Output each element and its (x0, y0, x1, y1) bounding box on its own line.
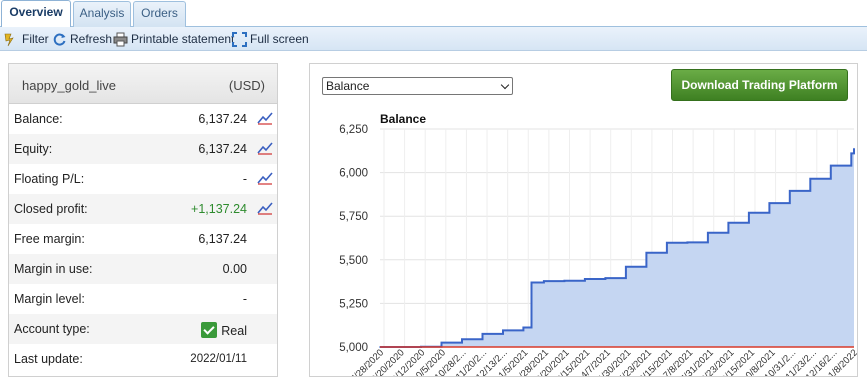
account-row-value: - (242, 172, 247, 186)
data-point (853, 147, 855, 150)
filter-label: Filter (22, 32, 49, 46)
account-row-label: Margin in use: (14, 262, 93, 276)
printable-statement-button[interactable]: Printable statement (113, 31, 234, 47)
data-point (530, 281, 533, 284)
data-point (707, 231, 709, 234)
refresh-button[interactable]: Refresh (52, 31, 112, 47)
account-currency: (USD) (228, 78, 265, 93)
data-point (809, 177, 812, 180)
account-row-value: 0.00 (222, 262, 247, 276)
chart-title: Balance (380, 112, 426, 126)
account-row-value: 6,137.24 (198, 142, 247, 156)
tab-orders[interactable]: Orders (133, 1, 186, 27)
data-point (789, 190, 791, 192)
tab-bar: Overview Analysis Orders (0, 0, 867, 27)
filter-icon (4, 33, 14, 46)
account-row-label: Equity: (14, 142, 53, 156)
data-point (768, 202, 771, 204)
account-row-value: Real (201, 322, 247, 338)
account-row: Account type: Real (9, 314, 277, 344)
account-row-value: 6,137.24 (198, 232, 247, 246)
chart-panel: Balance Download Trading Platform Balanc… (309, 63, 858, 377)
account-header: happy_gold_live (USD) (9, 64, 277, 104)
account-row-label: Margin level: (14, 292, 85, 306)
y-tick-label: 5,750 (339, 211, 368, 223)
account-name: happy_gold_live (22, 78, 116, 93)
chart-line-icon[interactable] (257, 111, 273, 125)
account-row: Free margin: 6,137.24 (9, 224, 277, 254)
data-point (727, 222, 730, 224)
account-row: Floating P/L: - (9, 164, 277, 194)
account-row-label: Free margin: (14, 232, 85, 246)
account-rows: Balance: 6,137.24 Equity: 6,137.24 Floating … (9, 104, 277, 374)
balance-chart: Balance6,2506,0005,7505,5005,2505,0007/2… (339, 112, 857, 376)
filter-button[interactable]: Filter (4, 31, 49, 47)
account-row: Margin in use: 0.00 (9, 254, 277, 284)
fullscreen-icon (232, 31, 247, 47)
tab-overview[interactable]: Overview (1, 0, 71, 27)
data-point (461, 338, 463, 340)
account-row-value: - (242, 292, 247, 306)
data-point (502, 329, 504, 332)
account-row: Margin level: - (9, 284, 277, 314)
chart-line-icon[interactable] (257, 201, 273, 215)
data-point (850, 152, 853, 155)
chevron-down-icon (500, 80, 510, 90)
y-tick-label: 5,500 (339, 255, 368, 267)
refresh-icon (53, 33, 66, 45)
chart-type-select[interactable]: Balance (322, 77, 513, 95)
chart-line-icon[interactable] (257, 171, 273, 185)
account-row-value: +1,137.24 (191, 202, 247, 216)
data-point (666, 241, 668, 244)
account-type-value: Real (221, 324, 247, 338)
account-row: Last update: 2022/01/11 (9, 344, 277, 374)
chart-type-selected: Balance (326, 79, 370, 93)
refresh-label: Refresh (70, 32, 113, 46)
account-row-label: Last update: (14, 352, 83, 366)
account-row-label: Account type: (14, 322, 90, 336)
account-row-label: Closed profit: (14, 202, 88, 216)
data-point (686, 241, 689, 244)
account-row-label: Floating P/L: (14, 172, 85, 186)
data-point (522, 326, 525, 329)
printable-statement-label: Printable statement (131, 32, 235, 46)
balance-area (380, 148, 854, 347)
account-row-value: 2022/01/11 (190, 353, 247, 365)
data-point (830, 164, 832, 167)
full-screen-button[interactable]: Full screen (232, 31, 309, 47)
printer-icon (113, 32, 128, 46)
download-platform-button[interactable]: Download Trading Platform (671, 69, 848, 101)
full-screen-label: Full screen (250, 32, 309, 46)
chart-line-icon[interactable] (257, 141, 273, 155)
data-point (748, 211, 750, 214)
data-point (481, 333, 484, 335)
checkmark-icon (201, 322, 218, 338)
data-point (563, 279, 566, 282)
account-row: Closed profit: +1,137.24 (9, 194, 277, 224)
y-tick-label: 5,250 (339, 298, 368, 310)
data-point (625, 265, 627, 268)
account-row: Equity: 6,137.24 (9, 134, 277, 164)
account-summary-panel: happy_gold_live (USD) Balance: 6,137.24 Eq… (8, 63, 278, 377)
data-point (645, 252, 648, 254)
y-tick-label: 6,000 (339, 168, 368, 180)
data-point (604, 277, 607, 279)
account-row: Balance: 6,137.24 (9, 104, 277, 134)
account-row-value: 6,137.24 (198, 112, 247, 126)
y-tick-label: 5,000 (339, 342, 368, 354)
y-tick-label: 6,250 (339, 124, 368, 136)
data-point (584, 278, 586, 280)
data-point (543, 280, 545, 282)
account-row-label: Balance: (14, 112, 63, 126)
toolbar: Filter Refresh Printable statement Full … (0, 27, 867, 51)
data-point (440, 341, 443, 344)
tab-analysis[interactable]: Analysis (73, 1, 131, 27)
